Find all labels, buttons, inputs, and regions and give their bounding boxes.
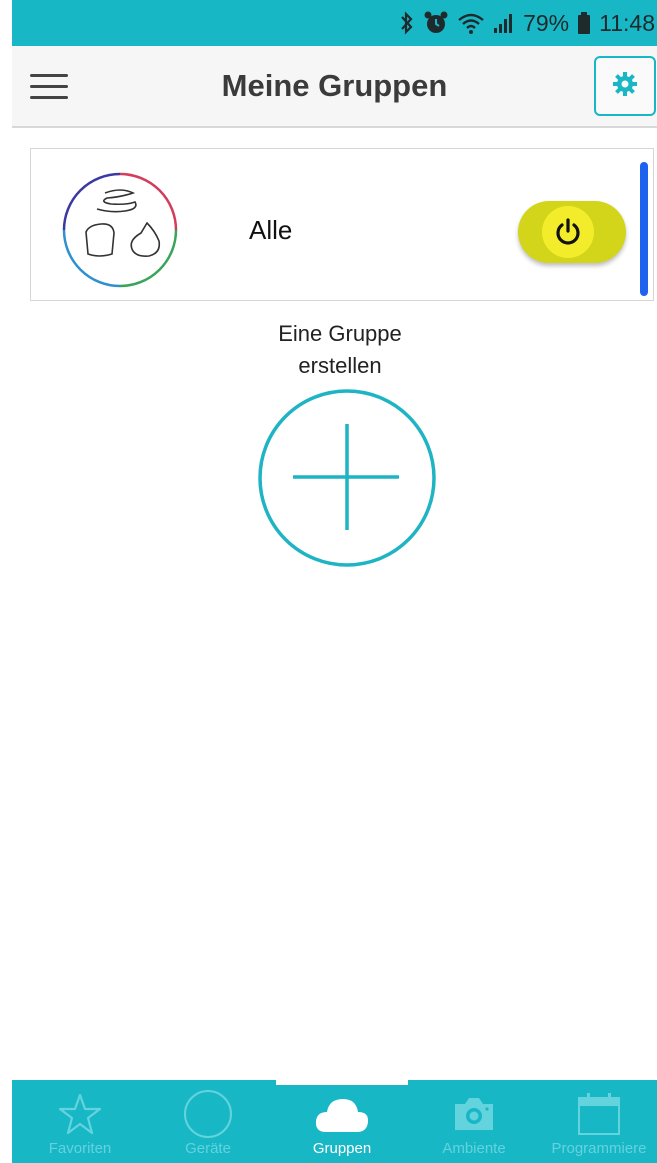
settings-button[interactable] bbox=[594, 56, 656, 116]
power-icon bbox=[542, 206, 594, 258]
alarm-icon bbox=[423, 10, 449, 36]
status-time: 11:48 bbox=[599, 9, 655, 36]
signal-icon bbox=[493, 11, 515, 35]
bluetooth-icon bbox=[399, 11, 415, 35]
tab-geraete[interactable]: Geräte bbox=[158, 1080, 258, 1163]
battery-percent: 79% bbox=[523, 9, 570, 36]
gear-icon bbox=[612, 71, 638, 102]
tab-ambiente[interactable]: Ambiente bbox=[424, 1080, 524, 1163]
plus-icon bbox=[258, 389, 436, 567]
page-title: Meine Gruppen bbox=[221, 68, 448, 103]
group-card-alle[interactable]: Alle bbox=[30, 148, 654, 301]
calendar-icon bbox=[576, 1090, 622, 1138]
create-group-label: Eine Gruppe erstellen bbox=[278, 321, 402, 378]
tab-gruppen[interactable]: Gruppen bbox=[292, 1080, 392, 1163]
battery-icon bbox=[577, 11, 591, 35]
app-screen: 79% 11:48 Meine Gruppen Alle Eine Gruppe… bbox=[12, 0, 657, 1163]
bottom-tab-bar: Favoriten Geräte Gruppen Ambiente Progra bbox=[12, 1080, 657, 1163]
camera-icon bbox=[452, 1090, 496, 1138]
app-header: Meine Gruppen bbox=[12, 46, 657, 128]
scroll-indicator bbox=[640, 162, 648, 296]
tab-programmiere[interactable]: Programmiere bbox=[543, 1080, 655, 1163]
tab-favoriten[interactable]: Favoriten bbox=[30, 1080, 130, 1163]
group-name: Alle bbox=[249, 215, 293, 245]
circle-icon bbox=[183, 1090, 233, 1138]
cloud-icon bbox=[314, 1090, 370, 1138]
create-group-button[interactable] bbox=[257, 388, 437, 568]
star-icon bbox=[58, 1090, 102, 1138]
lamps-group-icon bbox=[61, 171, 179, 289]
wifi-icon bbox=[457, 11, 485, 35]
status-bar: 79% 11:48 bbox=[12, 0, 657, 46]
group-power-toggle[interactable] bbox=[518, 201, 626, 263]
